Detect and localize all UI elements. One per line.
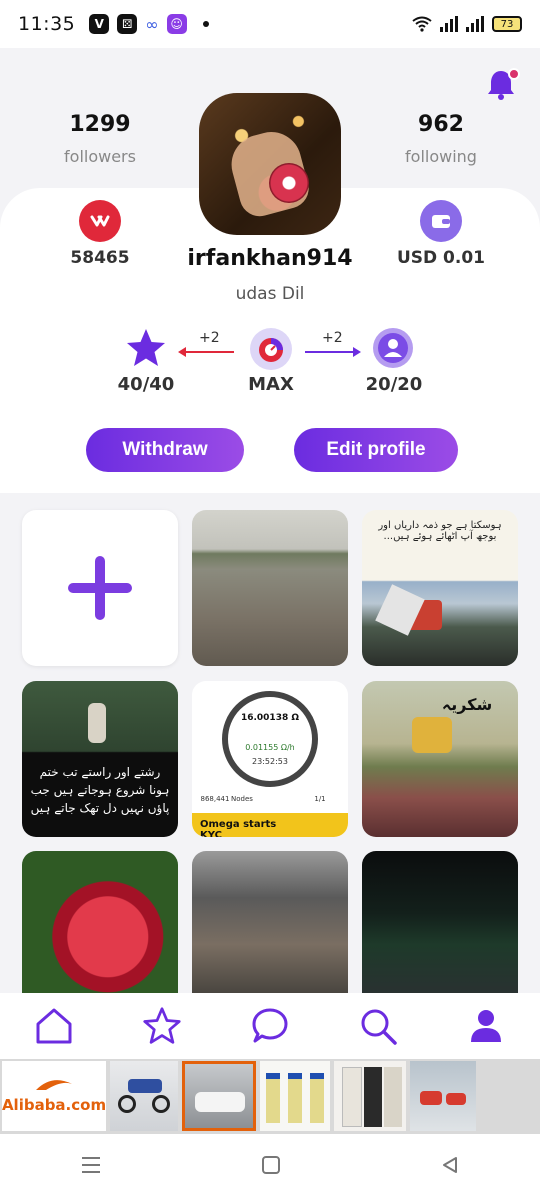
followers-count: 1299: [69, 112, 131, 137]
battery-level: 73: [500, 18, 514, 30]
withdraw-button[interactable]: Withdraw: [86, 428, 244, 472]
ad-product-thumb[interactable]: [410, 1061, 476, 1131]
crypto-page: 1/1: [314, 795, 326, 803]
crypto-balance: 16.00138 Ω: [240, 713, 300, 723]
system-nav-bar: [0, 1134, 540, 1200]
ad-logo-tile[interactable]: Alibaba.com: [2, 1061, 106, 1131]
stopwatch-icon: [259, 338, 283, 362]
arrow-left-icon: [178, 347, 234, 357]
bio: udas Dil: [235, 284, 305, 304]
menu-icon: [81, 1157, 100, 1173]
add-post-button[interactable]: [22, 510, 178, 666]
level-left-delta: +2: [199, 330, 220, 346]
square-icon: [261, 1156, 280, 1174]
post-thumbnail[interactable]: [22, 851, 178, 993]
star-icon: [127, 329, 165, 366]
ad-banner[interactable]: Alibaba.com: [0, 1059, 540, 1134]
level-right-delta: +2: [322, 330, 343, 346]
posts-grid: ہوسکتا ہے جو ذمہ داریاں اور بوجھ آپ اٹھا…: [0, 493, 540, 993]
star-outline-icon: [143, 1007, 181, 1044]
back-button[interactable]: [440, 1155, 460, 1179]
battery-icon: 73: [492, 16, 522, 32]
crypto-nodes: 868,441: [200, 795, 230, 803]
chat-icon: [252, 1008, 288, 1043]
bottom-nav: [0, 993, 540, 1059]
likes-button[interactable]: [79, 200, 121, 242]
wifi-icon: [412, 16, 432, 32]
system-status: 73: [412, 16, 522, 32]
ad-logo-text: Alibaba.com: [2, 1096, 106, 1114]
following-count: 962: [418, 112, 464, 137]
plus-icon: [68, 556, 132, 620]
following-label: following: [405, 147, 477, 166]
status-bar: 11:35 V ⚄ ∞ ☺ 73: [0, 0, 540, 48]
followers-stat[interactable]: 1299 followers: [25, 112, 175, 166]
status-time: 11:35: [18, 13, 76, 35]
infinity-app-icon: ∞: [145, 14, 159, 34]
crypto-ring: [222, 691, 318, 787]
notifications-button[interactable]: [484, 68, 520, 104]
post-urdu-text: رشتے اور راستے تب ختم ہونا شروع ہوجاتے ہ…: [30, 765, 170, 815]
wallet-icon: [432, 215, 450, 228]
post-thumbnail[interactable]: [192, 851, 348, 993]
notification-icons: V ⚄ ∞ ☺: [89, 14, 209, 34]
signal-icon: [440, 16, 458, 32]
post-thumbnail[interactable]: [362, 851, 518, 993]
avatar-flower-shape: [269, 163, 309, 203]
crypto-rate: 0.01155 Ω/h: [245, 743, 295, 752]
recents-button[interactable]: [80, 1155, 102, 1179]
crypto-banner-text: Omega starts KYC: [200, 819, 277, 837]
post-urdu-text: ہوسکتا ہے جو ذمہ داریاں اور بوجھ آپ اٹھا…: [378, 520, 502, 542]
nav-home[interactable]: [30, 1002, 78, 1050]
stopwatch-button[interactable]: [250, 328, 292, 370]
crypto-nodes-label: Nodes: [231, 795, 253, 803]
user-icon: [378, 333, 408, 363]
home-icon: [36, 1008, 72, 1044]
notification-badge: [508, 68, 520, 80]
edit-profile-button[interactable]: Edit profile: [294, 428, 458, 472]
search-icon: [361, 1009, 397, 1045]
back-triangle-icon: [443, 1157, 458, 1173]
chat-app-icon: ☺: [166, 14, 187, 34]
level-center-label: MAX: [248, 374, 294, 395]
user-level-button[interactable]: [373, 328, 413, 368]
walking-person-shape: [88, 703, 106, 743]
post-urdu-text: شکریہ: [441, 695, 493, 714]
more-notifications-dot: [202, 21, 209, 27]
post-thumbnail[interactable]: رشتے اور راستے تب ختم ہونا شروع ہوجاتے ہ…: [22, 681, 178, 837]
gold-emblem-shape: [412, 717, 452, 753]
ad-product-thumb[interactable]: [110, 1061, 178, 1131]
post-thumbnail[interactable]: 16.00138 Ω 0.01155 Ω/h 23:52:53 868,441 …: [192, 681, 348, 837]
post-thumbnail[interactable]: [192, 510, 348, 666]
nav-profile[interactable]: [462, 1002, 510, 1050]
nav-chat[interactable]: [246, 1002, 294, 1050]
following-stat[interactable]: 962 following: [366, 112, 516, 166]
ad-product-thumb-selected[interactable]: [182, 1061, 256, 1131]
ad-product-thumb[interactable]: [260, 1061, 330, 1131]
nav-favorites[interactable]: [138, 1002, 186, 1050]
level-left-value: 40/40: [117, 374, 175, 395]
level-right-value: 20/20: [365, 374, 423, 395]
alibaba-logo-icon: [36, 1080, 72, 1090]
followers-label: followers: [64, 147, 136, 166]
heart-badge-icon: [90, 215, 110, 227]
ad-product-thumb[interactable]: [334, 1061, 406, 1131]
arrow-right-icon: [305, 347, 361, 357]
v-app-icon: V: [89, 14, 110, 34]
username: irfankhan914: [187, 246, 353, 271]
nav-search[interactable]: [354, 1002, 402, 1050]
post-thumbnail[interactable]: ہوسکتا ہے جو ذمہ داریاں اور بوجھ آپ اٹھا…: [362, 510, 518, 666]
profile-icon: [471, 1010, 501, 1042]
signal-icon-2: [466, 16, 484, 32]
home-system-button[interactable]: [261, 1155, 281, 1179]
avatar[interactable]: [199, 93, 341, 235]
crypto-timer: 23:52:53: [252, 757, 288, 766]
post-thumbnail[interactable]: شکریہ: [362, 681, 518, 837]
wallet-button[interactable]: [420, 200, 462, 242]
dice-app-icon: ⚄: [117, 14, 138, 34]
